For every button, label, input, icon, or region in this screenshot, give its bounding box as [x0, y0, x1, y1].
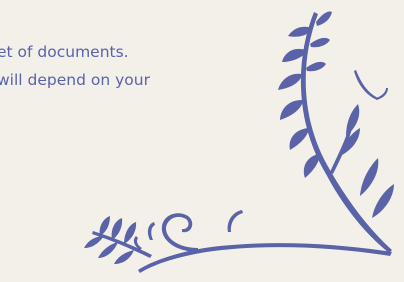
ornament-leaf	[114, 250, 134, 264]
ornament-leaf	[303, 154, 320, 178]
ornament-leaf	[278, 73, 302, 90]
ornament-leaf	[360, 158, 379, 196]
ornament-tendril	[376, 88, 388, 100]
ornament-tendril	[147, 222, 155, 240]
ornament-leaf	[111, 218, 123, 240]
ornament-curl	[227, 210, 243, 232]
floral-corner-ornament	[84, 11, 394, 273]
ornament-leaf	[280, 100, 303, 120]
ornament-leaf	[289, 128, 309, 150]
ornament-spiral	[161, 213, 198, 252]
ornament-leaf	[316, 11, 332, 26]
ornament-lower-arc	[138, 243, 392, 273]
document-page: et of documents. will depend on your	[0, 0, 404, 282]
ornament-tendril	[354, 70, 378, 100]
ornament-leaf	[310, 37, 330, 48]
ornament-leaf	[99, 216, 110, 236]
ornament-leaf	[98, 242, 118, 258]
ornament-leaf	[306, 61, 326, 72]
ornament-leaf	[84, 236, 104, 248]
ornament-leaf	[372, 184, 394, 218]
